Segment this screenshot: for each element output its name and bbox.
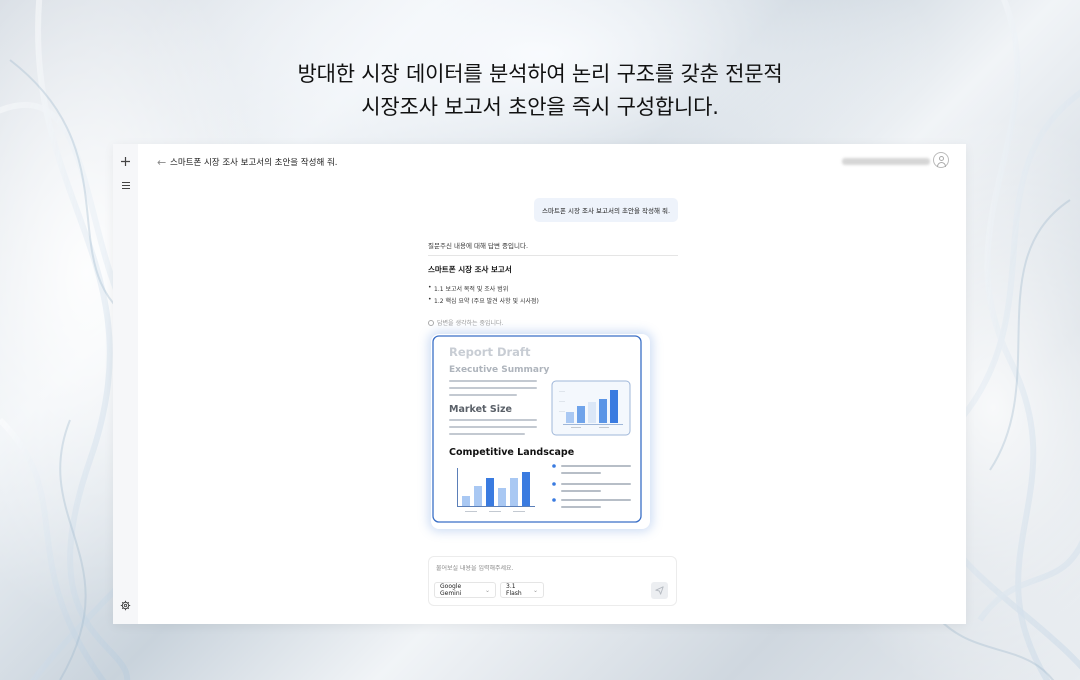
list-item: 1.1 보고서 목적 및 조사 범위 (428, 284, 678, 293)
message-composer: Google Gemini ⌄ 3.1 Flash ⌄ (428, 556, 677, 606)
bar (577, 406, 585, 423)
sidebar-rail (113, 144, 138, 624)
chevron-down-icon: ⌄ (532, 586, 538, 594)
answer-list: 1.1 보고서 목적 및 조사 범위 1.2 핵심 요약 (주요 발견 사항 및… (428, 284, 678, 305)
settings-button[interactable] (118, 598, 133, 613)
headline-line-1: 방대한 시장 데이터를 분석하여 논리 구조를 갖춘 전문적 (297, 62, 783, 86)
answer-status: 질문주신 내용에 대해 답변 중입니다. (428, 240, 678, 256)
version-select[interactable]: 3.1 Flash ⌄ (500, 582, 544, 598)
report-title: Report Draft (449, 345, 531, 359)
bar (522, 472, 530, 506)
spinner-icon (428, 319, 434, 326)
conversation-title: 스마트폰 시장 조사 보고서의 초안을 작성해 줘. (170, 158, 338, 168)
message-input[interactable] (436, 565, 636, 572)
section-executive-summary: Executive Summary (449, 365, 550, 375)
gear-icon (120, 600, 131, 611)
headline-line-2: 시장조사 보고서 초안을 즉시 구성합니다. (361, 95, 719, 119)
send-icon (655, 586, 664, 595)
bar (566, 412, 574, 423)
new-chat-button[interactable] (118, 154, 133, 169)
section-competitive-landscape: Competitive Landscape (449, 447, 575, 458)
model-select-value: Google Gemini (440, 583, 462, 597)
bar (588, 402, 596, 423)
report-illustration (432, 335, 642, 523)
answer-heading: 스마트폰 시장 조사 보고서 (428, 265, 512, 274)
account-email-redacted (842, 158, 930, 165)
promo-headline: 방대한 시장 데이터를 분석하여 논리 구조를 갖춘 전문적 시장조사 보고서 … (0, 58, 1080, 124)
model-select[interactable]: Google Gemini ⌄ (434, 582, 496, 598)
bar (486, 478, 494, 506)
bar (510, 478, 518, 506)
chevron-down-icon: ⌄ (484, 586, 490, 594)
plus-icon (121, 157, 130, 166)
section-market-size: Market Size (449, 404, 512, 415)
send-button[interactable] (651, 582, 668, 599)
menu-button[interactable] (118, 178, 133, 193)
bar (498, 488, 506, 506)
assistant-answer: 질문주신 내용에 대해 답변 중입니다. 스마트폰 시장 조사 보고서 1.1 … (428, 240, 678, 308)
user-message-bubble: 스마트폰 시장 조사 보고서의 초안을 작성해 줘. (534, 198, 679, 222)
bar (462, 496, 470, 506)
back-button[interactable]: ← (157, 156, 166, 169)
thinking-indicator: 답변을 생각하는 중입니다. (428, 318, 503, 327)
list-item: 1.2 핵심 요약 (주요 발견 사항 및 시사점) (428, 296, 678, 305)
bar (599, 399, 607, 423)
thinking-text: 답변을 생각하는 중입니다. (437, 320, 504, 327)
version-select-value: 3.1 Flash (506, 583, 522, 597)
hamburger-icon (121, 182, 130, 189)
avatar[interactable] (933, 152, 949, 168)
bar (474, 486, 482, 506)
report-draft-preview: Report Draft Executive Summary Market Si… (431, 334, 650, 529)
bar (610, 390, 618, 423)
app-window: ← 스마트폰 시장 조사 보고서의 초안을 작성해 줘. 스마트폰 시장 조사 … (113, 144, 966, 624)
